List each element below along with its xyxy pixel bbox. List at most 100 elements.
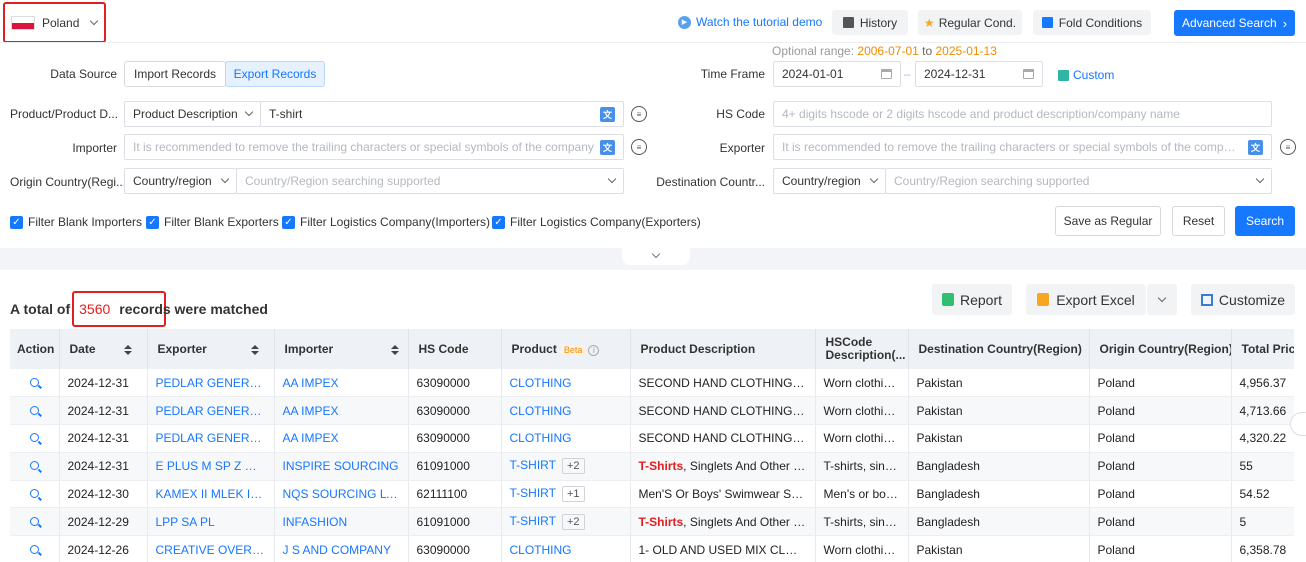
cell-exporter[interactable]: PEDLAR GENERAL ... xyxy=(147,369,275,398)
row-action[interactable] xyxy=(10,424,60,453)
country-name: Poland xyxy=(42,15,80,30)
search-icon[interactable] xyxy=(29,433,39,443)
cell-importer[interactable]: AA IMPEX xyxy=(274,369,409,398)
product-input[interactable]: T-shirt 文 xyxy=(260,101,624,127)
cell-importer[interactable]: NQS SOURCING LTD xyxy=(274,480,409,509)
cell-exporter[interactable]: PEDLAR GENERAL ... xyxy=(147,424,275,453)
exporter-input[interactable]: It is recommended to remove the trailing… xyxy=(773,134,1272,160)
end-date-input[interactable]: 2024-12-31 xyxy=(915,61,1043,87)
save-as-regular-button[interactable]: Save as Regular xyxy=(1055,206,1161,236)
cell-product[interactable]: CLOTHING xyxy=(501,535,631,562)
checkbox-checked-icon[interactable]: ✓ xyxy=(282,215,295,229)
settings-icon[interactable]: ≡ xyxy=(631,106,647,122)
cell-product[interactable]: T-SHIRT +2 xyxy=(501,507,631,537)
col-importer[interactable]: Importer xyxy=(274,329,409,369)
origin-select[interactable]: Country/region xyxy=(124,168,237,194)
search-icon[interactable] xyxy=(29,377,39,387)
search-button[interactable]: Search xyxy=(1235,206,1295,236)
col-exporter[interactable]: Exporter xyxy=(147,329,275,369)
advanced-search-button[interactable]: Advanced Search › xyxy=(1174,10,1295,36)
start-date-input[interactable]: 2024-01-01 xyxy=(773,61,901,87)
fold-conditions-button[interactable]: Fold Conditions xyxy=(1033,10,1151,35)
cell-exporter[interactable]: CREATIVE OVERSEA... xyxy=(147,535,275,562)
more-products-badge[interactable]: +2 xyxy=(561,513,585,530)
cell-product[interactable]: T-SHIRT +2 xyxy=(501,452,631,481)
search-icon[interactable] xyxy=(29,516,39,526)
cell-origin: Poland xyxy=(1089,535,1232,562)
collapse-toggle[interactable] xyxy=(622,248,690,265)
search-icon[interactable] xyxy=(29,461,39,471)
row-action[interactable] xyxy=(10,452,60,481)
search-icon[interactable] xyxy=(29,544,39,554)
sort-icon[interactable] xyxy=(391,344,400,355)
cell-origin: Poland xyxy=(1089,369,1232,398)
row-action[interactable] xyxy=(10,396,60,426)
checkbox-checked-icon[interactable]: ✓ xyxy=(10,215,23,229)
cell-exporter[interactable]: PEDLAR GENERAL ... xyxy=(147,396,275,426)
customize-button[interactable]: Customize xyxy=(1191,284,1295,315)
destination-select[interactable]: Country/region xyxy=(773,168,886,194)
product-field-select[interactable]: Product Description xyxy=(124,101,261,127)
filter-blank-importers[interactable]: ✓ Filter Blank Importers xyxy=(10,215,142,229)
col-date[interactable]: Date xyxy=(59,329,148,369)
cell-importer[interactable]: AA IMPEX xyxy=(274,396,409,426)
checkbox-checked-icon[interactable]: ✓ xyxy=(492,215,505,229)
cell-importer[interactable]: INSPIRE SOURCING xyxy=(274,452,409,481)
custom-date-link[interactable]: Custom xyxy=(1058,68,1114,82)
row-action[interactable] xyxy=(10,507,60,537)
cell-importer[interactable]: J S AND COMPANY xyxy=(274,535,409,562)
regular-cond-button[interactable]: ★ Regular Cond. xyxy=(918,10,1022,35)
cell-product[interactable]: CLOTHING xyxy=(501,424,631,453)
importer-input[interactable]: It is recommended to remove the trailing… xyxy=(124,134,624,160)
table-row: 2024-12-31 PEDLAR GENERAL ... AA IMPEX 6309… xyxy=(10,396,1294,426)
excel-icon xyxy=(1037,293,1050,306)
cell-exporter[interactable]: KAMEX II MLEK I K... xyxy=(147,480,275,509)
report-button[interactable]: Report xyxy=(932,284,1012,315)
translate-icon[interactable]: 文 xyxy=(600,106,615,122)
cell-importer[interactable]: INFASHION xyxy=(274,507,409,537)
cell-product[interactable]: T-SHIRT +1 xyxy=(501,480,631,509)
filter-logistics-importers[interactable]: ✓ Filter Logistics Company(Importers) xyxy=(282,215,490,229)
chevron-down-icon xyxy=(869,174,879,184)
report-icon xyxy=(941,293,954,306)
search-icon[interactable] xyxy=(29,489,39,499)
chevron-down-icon xyxy=(651,249,661,259)
cell-exporter[interactable]: E PLUS M SP Z O O ... xyxy=(147,452,275,481)
chevron-down-icon xyxy=(220,174,230,184)
tutorial-link[interactable]: ▶ Watch the tutorial demo xyxy=(678,15,822,29)
translate-icon[interactable]: 文 xyxy=(600,139,615,155)
reset-button[interactable]: Reset xyxy=(1172,206,1225,236)
sort-icon[interactable] xyxy=(250,344,259,355)
cell-hscode-description: Worn clothing... xyxy=(815,396,909,426)
cell-exporter[interactable]: LPP SA PL xyxy=(147,507,275,537)
row-action[interactable] xyxy=(10,480,60,509)
row-action[interactable] xyxy=(10,535,60,562)
cell-product[interactable]: CLOTHING xyxy=(501,369,631,398)
cell-destination: Bangladesh xyxy=(908,452,1090,481)
more-products-badge[interactable]: +2 xyxy=(561,458,585,475)
info-icon[interactable]: i xyxy=(588,345,600,356)
filter-logistics-exporters[interactable]: ✓ Filter Logistics Company(Exporters) xyxy=(492,215,701,229)
filter-blank-exporters[interactable]: ✓ Filter Blank Exporters xyxy=(146,215,279,229)
export-options-button[interactable] xyxy=(1147,284,1177,315)
search-icon[interactable] xyxy=(29,405,39,415)
destination-country-input[interactable]: Country/Region searching supported xyxy=(885,168,1272,194)
cell-product[interactable]: CLOTHING xyxy=(501,396,631,426)
export-excel-button[interactable]: Export Excel xyxy=(1026,284,1146,315)
checkbox-checked-icon[interactable]: ✓ xyxy=(146,215,159,229)
history-button[interactable]: History xyxy=(832,10,908,35)
more-products-badge[interactable]: +1 xyxy=(561,486,585,503)
cell-importer[interactable]: AA IMPEX xyxy=(274,424,409,453)
settings-icon[interactable]: ≡ xyxy=(631,139,647,155)
sort-icon[interactable] xyxy=(123,344,132,355)
origin-country-input[interactable]: Country/Region searching supported xyxy=(236,168,624,194)
cell-product-description: Men'S Or Boys' Swimwear SWI... xyxy=(630,480,816,509)
hs-code-input[interactable]: 4+ digits hscode or 2 digits hscode and … xyxy=(773,101,1272,127)
import-records-button[interactable]: Import Records xyxy=(124,61,226,87)
col-hscode-description: HSCode Description(... xyxy=(815,329,909,369)
settings-icon[interactable]: ≡ xyxy=(1280,139,1296,155)
translate-icon[interactable]: 文 xyxy=(1248,139,1263,155)
row-action[interactable] xyxy=(10,369,60,398)
country-selector[interactable]: Poland xyxy=(3,2,106,43)
export-records-button[interactable]: Export Records xyxy=(225,61,325,87)
